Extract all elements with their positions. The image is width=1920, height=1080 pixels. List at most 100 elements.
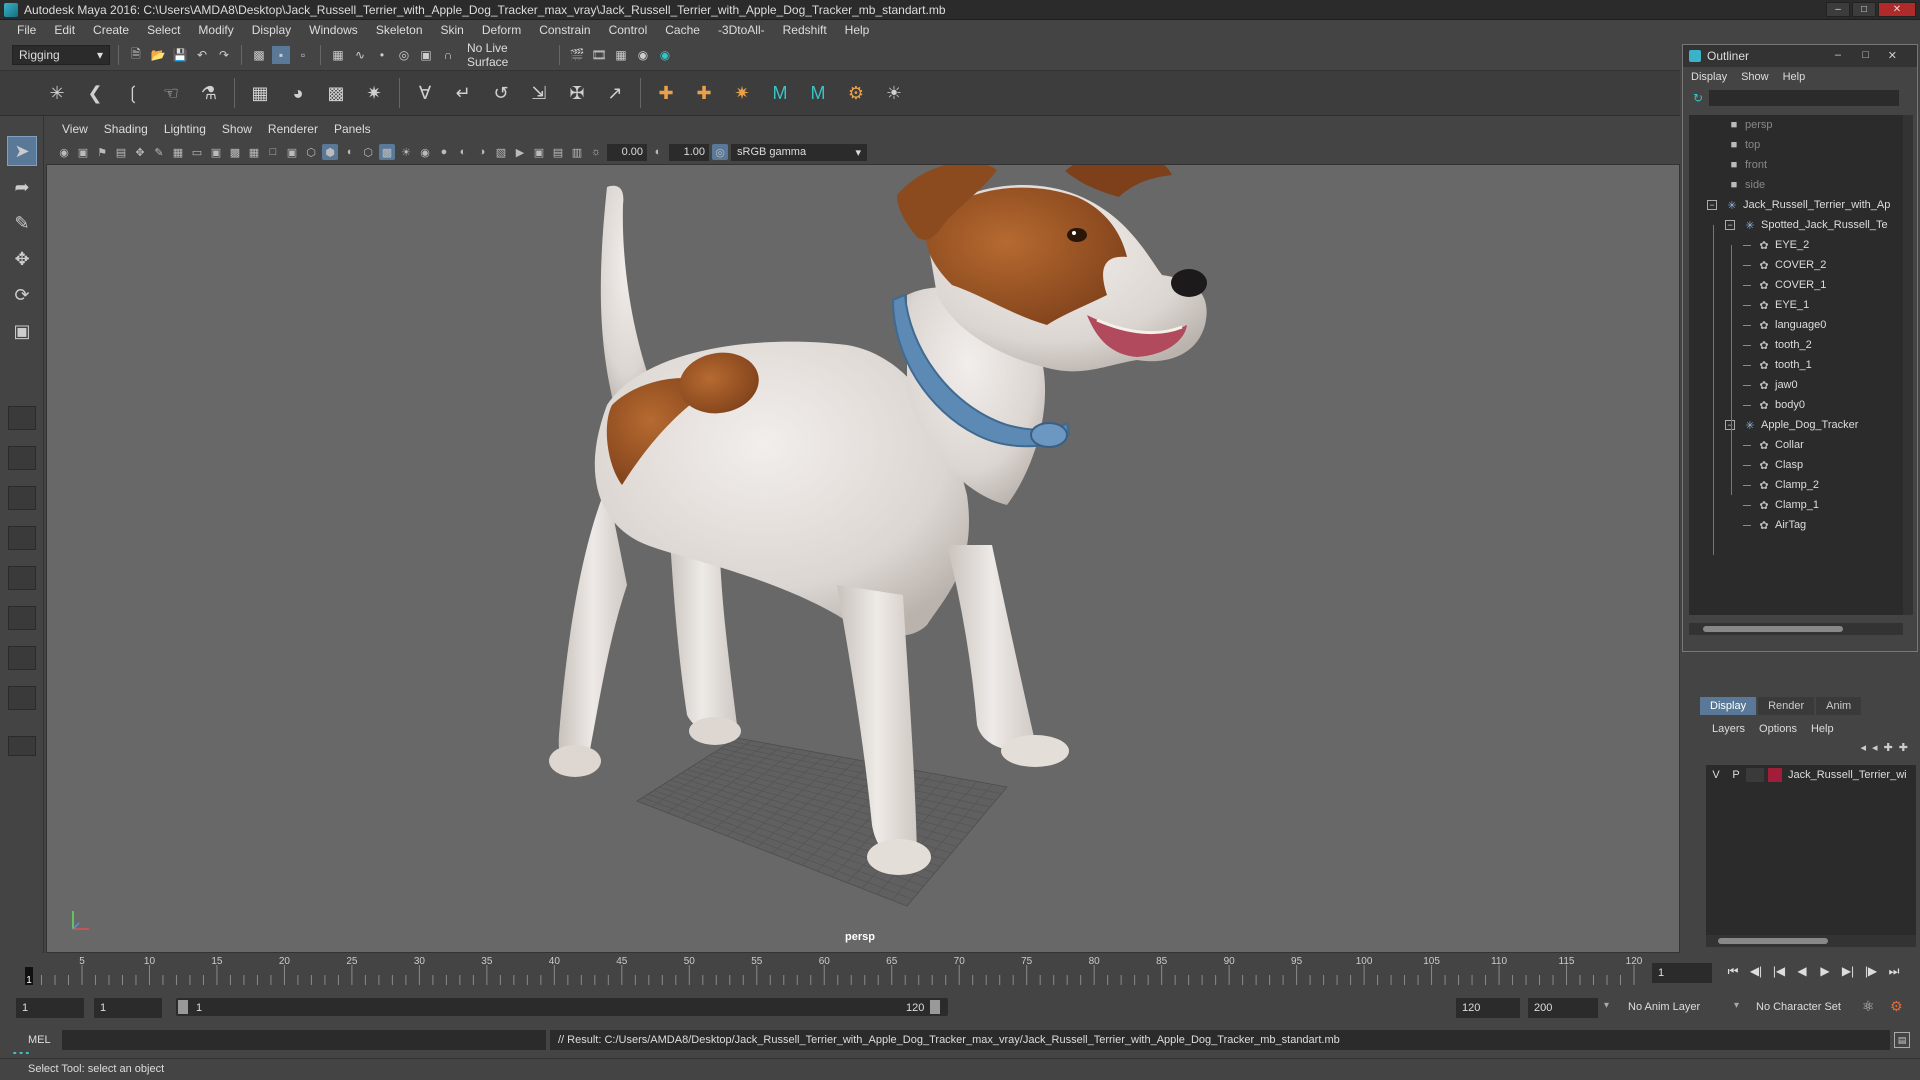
outliner-item[interactable]: ✿ COVER_2 <box>1743 255 1826 275</box>
live-surface-field[interactable]: No Live Surface <box>461 41 551 69</box>
outliner-item[interactable]: ■ persp <box>1727 115 1773 135</box>
outliner-item[interactable]: − ✳ Jack_Russell_Terrier_with_Ap <box>1707 195 1890 215</box>
depth-of-field-icon[interactable]: ▧ <box>493 144 509 160</box>
aim-constraint-icon[interactable]: ↵ <box>450 80 476 106</box>
outliner-item[interactable]: ✿ COVER_1 <box>1743 275 1826 295</box>
animation-prefs-icon[interactable]: ⚙ <box>1890 998 1903 1015</box>
menu-windows[interactable]: Windows <box>300 23 367 37</box>
isolate-select-icon[interactable]: ▶ <box>512 144 528 160</box>
snap-surface-icon[interactable]: ▣ <box>417 46 435 64</box>
hypershade-icon[interactable]: ◉ <box>634 46 652 64</box>
field-chart-icon[interactable]: ▦ <box>246 144 262 160</box>
script-editor-icon[interactable]: ▤ <box>1894 1032 1910 1048</box>
select-object-icon[interactable]: ▪ <box>272 46 290 64</box>
command-input[interactable] <box>62 1030 546 1050</box>
menu-redshift[interactable]: Redshift <box>774 23 836 37</box>
outliner-item[interactable]: ✿ tooth_2 <box>1743 335 1812 355</box>
layer-menu-options[interactable]: Options <box>1759 723 1797 735</box>
outliner-item[interactable]: ✿ tooth_1 <box>1743 355 1812 375</box>
menuset-dropdown[interactable]: Rigging ▾ <box>12 45 110 65</box>
exposure-field[interactable]: 0.00 <box>607 143 647 161</box>
xray-active-icon[interactable]: ▤ <box>550 144 566 160</box>
wireframe-icon[interactable]: ⬡ <box>303 144 319 160</box>
point-constraint-icon[interactable]: ∀ <box>412 80 438 106</box>
locator-align-icon[interactable]: ✚ <box>691 80 717 106</box>
layer-horizontal-scrollbar[interactable] <box>1706 935 1916 947</box>
chevron-down-icon[interactable]: ▾ <box>1604 1000 1609 1011</box>
resolution-gate-icon[interactable]: ▣ <box>208 144 224 160</box>
bookmark-icon[interactable]: ⚑ <box>94 144 110 160</box>
safe-title-icon[interactable]: ▣ <box>284 144 300 160</box>
save-scene-icon[interactable]: 💾 <box>171 46 189 64</box>
safe-action-icon[interactable]: □ <box>265 144 281 160</box>
script-language-label[interactable]: MEL <box>28 1034 51 1046</box>
image-plane-icon[interactable]: ▤ <box>113 144 129 160</box>
menu-3dtoall[interactable]: -3DtoAll- <box>709 23 774 37</box>
refresh-icon[interactable]: ↻ <box>1693 91 1703 105</box>
close-icon[interactable]: ✕ <box>1888 49 1897 62</box>
screen-space-ao-icon[interactable]: ● <box>436 144 452 160</box>
outliner-item[interactable]: ■ side <box>1727 175 1766 195</box>
anim-layer-dropdown[interactable]: No Anim Layer <box>1622 998 1742 1016</box>
lattice-icon[interactable]: ▩ <box>323 80 349 106</box>
outliner-horizontal-scrollbar[interactable] <box>1689 623 1903 635</box>
play-backwards-icon[interactable]: ◀ <box>1793 963 1811 979</box>
outliner-item[interactable]: ✿ Collar <box>1743 435 1804 455</box>
menu-display[interactable]: Display <box>243 23 300 37</box>
current-frame-field[interactable]: 1 <box>1652 963 1712 983</box>
render-settings-icon[interactable]: ▦ <box>612 46 630 64</box>
menu-cache[interactable]: Cache <box>656 23 709 37</box>
panel-menu-lighting[interactable]: Lighting <box>156 122 214 136</box>
move-layer-down-icon[interactable]: ◂ <box>1872 741 1878 754</box>
outliner-item[interactable]: ✿ language0 <box>1743 315 1826 335</box>
script-layout-icon[interactable] <box>8 686 36 710</box>
exposure-icon[interactable]: ☼ <box>588 144 604 160</box>
outliner-menu-help[interactable]: Help <box>1783 71 1806 83</box>
pole-vector-icon[interactable]: ↗ <box>602 80 628 106</box>
redo-icon[interactable]: ↷ <box>215 46 233 64</box>
color-space-dropdown[interactable]: sRGB gamma ▾ <box>731 143 867 161</box>
wrench-icon[interactable]: ⚙ <box>843 80 869 106</box>
panel-menu-view[interactable]: View <box>54 122 96 136</box>
outliner-item[interactable]: ✿ EYE_1 <box>1743 295 1809 315</box>
collapse-toggle-icon[interactable]: − <box>1725 220 1735 230</box>
outliner-item[interactable]: ✿ Clamp_2 <box>1743 475 1819 495</box>
menu-skin[interactable]: Skin <box>432 23 473 37</box>
anti-aliasing-icon[interactable]: ◑ <box>474 144 490 160</box>
film-gate-icon[interactable]: ▭ <box>189 144 205 160</box>
outliner-item[interactable]: − ✳ Spotted_Jack_Russell_Te <box>1725 215 1888 235</box>
motion-blur-icon[interactable]: ◐ <box>455 144 471 160</box>
outliner-item[interactable]: ✿ body0 <box>1743 395 1805 415</box>
shadows-icon[interactable]: ◉ <box>417 144 433 160</box>
start-time-field[interactable]: 1 <box>16 998 84 1018</box>
menu-modify[interactable]: Modify <box>189 23 242 37</box>
grease-pencil-icon[interactable]: ✎ <box>151 144 167 160</box>
select-component-icon[interactable]: ▫ <box>294 46 312 64</box>
rotate-tool-icon[interactable]: ⟳ <box>7 280 37 310</box>
menu-skeleton[interactable]: Skeleton <box>367 23 432 37</box>
menu-help[interactable]: Help <box>836 23 879 37</box>
textured-icon[interactable]: ▩ <box>379 144 395 160</box>
layer-color-swatch[interactable] <box>1768 768 1782 782</box>
move-layer-up-icon[interactable]: ◂ <box>1861 741 1867 754</box>
layer-playback-toggle[interactable]: P <box>1726 769 1746 781</box>
locator-star-icon[interactable]: ✷ <box>729 80 755 106</box>
restore-icon[interactable]: □ <box>1852 2 1876 17</box>
menu-control[interactable]: Control <box>600 23 657 37</box>
outliner-item[interactable]: ✿ Clamp_1 <box>1743 495 1819 515</box>
menu-edit[interactable]: Edit <box>45 23 84 37</box>
display-layer-row[interactable]: V P Jack_Russell_Terrier_wi <box>1706 765 1916 785</box>
playback-start-field[interactable]: 1 <box>94 998 162 1018</box>
cluster-icon[interactable]: ✷ <box>361 80 387 106</box>
wireframe-on-shaded-icon[interactable]: ⬡ <box>360 144 376 160</box>
collapse-toggle-icon[interactable]: − <box>1725 420 1735 430</box>
layer-menu-help[interactable]: Help <box>1811 723 1834 735</box>
step-forward-key-icon[interactable]: ▶| <box>1839 963 1857 979</box>
auto-key-icon[interactable]: ⚛ <box>1862 998 1875 1015</box>
uv-layout-icon[interactable] <box>8 646 36 670</box>
close-icon[interactable]: ✕ <box>1878 2 1916 17</box>
snap-grid-icon[interactable]: ▦ <box>329 46 347 64</box>
outliner-item[interactable]: ✿ AirTag <box>1743 515 1806 535</box>
minimize-icon[interactable]: – <box>1835 49 1841 61</box>
ipr-render-icon[interactable]: 🎞 <box>590 46 608 64</box>
